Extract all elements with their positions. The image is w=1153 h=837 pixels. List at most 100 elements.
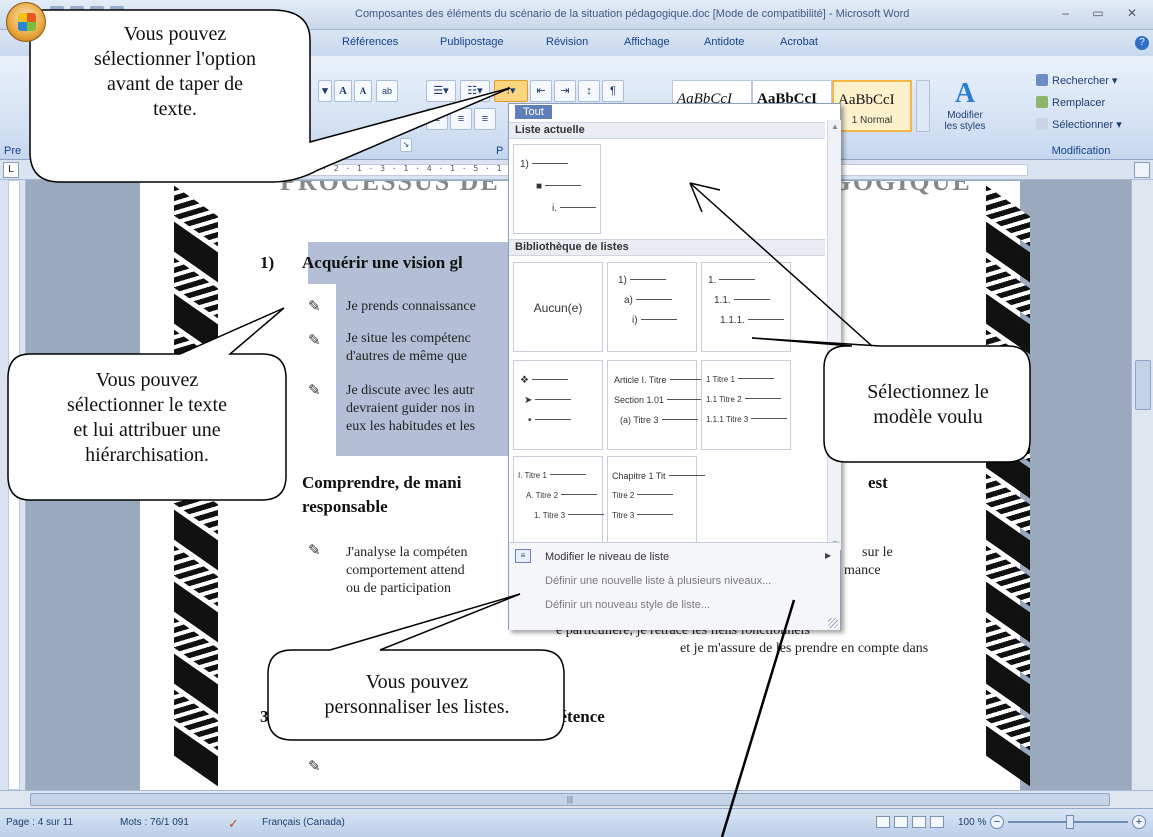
- zoom-slider-thumb[interactable]: [1066, 815, 1074, 829]
- redo-icon[interactable]: [90, 6, 104, 20]
- quick-access-toolbar: [50, 6, 124, 20]
- bullet-text: ou de participation: [346, 581, 451, 596]
- callout-line: sélectionner le texte: [67, 394, 227, 416]
- modify-styles-label: Modifier: [947, 110, 983, 121]
- modify-styles-button[interactable]: A Modifier les styles: [934, 78, 996, 132]
- binoculars-icon: [1036, 74, 1048, 86]
- undo-icon[interactable]: [70, 6, 84, 20]
- resize-grip-icon[interactable]: [828, 618, 838, 628]
- list-library-item[interactable]: 1 Titre 1 1.1 Titre 2 1.1.1 Titre 3: [701, 360, 791, 450]
- outline-view-icon[interactable]: [930, 816, 944, 828]
- replace-button[interactable]: Remplacer: [1036, 96, 1105, 109]
- list-level-label: 1.1.: [714, 295, 770, 306]
- numbering-button[interactable]: ☷▾: [460, 80, 490, 102]
- horizontal-scroll-thumb[interactable]: |||: [30, 793, 1110, 806]
- submenu-arrow-icon: ▶: [825, 551, 832, 560]
- callout-line: sélectionner l'option: [94, 48, 256, 70]
- dropdown-scrollbar[interactable]: ▲ ▼: [827, 120, 841, 550]
- vertical-scroll-thumb[interactable]: [1135, 360, 1151, 410]
- menu-item-define-list-style[interactable]: Définir un nouveau style de liste...: [545, 599, 710, 611]
- tab-selector[interactable]: L: [3, 162, 19, 178]
- help-icon[interactable]: ?: [1135, 36, 1149, 50]
- bullet-text: et je m'assure de les prendre en compte …: [680, 641, 929, 656]
- style-normal[interactable]: AaBbCcI 1 Normal: [832, 80, 912, 132]
- show-marks-button[interactable]: ¶: [602, 80, 624, 102]
- pencil-bullet-icon: ✎: [308, 542, 321, 559]
- bullet-text: mance: [844, 563, 881, 578]
- language-status[interactable]: Français (Canada): [262, 817, 345, 828]
- window-controls[interactable]: – ▭ ✕: [1062, 6, 1147, 20]
- styles-gallery-scroll[interactable]: [916, 80, 930, 132]
- list-library-item[interactable]: ❖ ➤ •: [513, 360, 603, 450]
- vertical-ruler[interactable]: [0, 180, 26, 790]
- print-layout-view-icon[interactable]: [876, 816, 890, 828]
- scroll-up-icon[interactable]: ▲: [831, 122, 839, 131]
- tab-acrobat[interactable]: Acrobat: [780, 36, 818, 48]
- font-dialog-launcher[interactable]: ↘: [400, 138, 412, 152]
- save-icon[interactable]: [50, 6, 64, 20]
- callout-line: Vous pouvez: [365, 671, 469, 693]
- decrease-indent-button[interactable]: ⇤: [530, 80, 552, 102]
- vertical-scrollbar[interactable]: [1131, 180, 1153, 790]
- tab-review[interactable]: Révision: [546, 36, 588, 48]
- proofing-icon[interactable]: ✓: [228, 816, 239, 832]
- select-button[interactable]: Sélectionner ▾: [1036, 118, 1122, 131]
- align-right-button[interactable]: ≡: [474, 108, 496, 130]
- tab-references[interactable]: Références: [342, 36, 398, 48]
- callout-line: et lui attribuer une: [73, 419, 221, 441]
- align-left-button[interactable]: ≡: [426, 108, 448, 130]
- tab-mailings[interactable]: Publipostage: [440, 36, 504, 48]
- menu-item-define-multilevel-list[interactable]: Définir une nouvelle liste à plusieurs n…: [545, 575, 771, 587]
- list-level-label: ❖: [520, 375, 568, 386]
- zoom-level[interactable]: 100 %: [958, 817, 986, 828]
- list-library-none[interactable]: Aucun(e): [513, 262, 603, 352]
- bullet-text: devraient guider nos in: [346, 401, 475, 416]
- tab-view[interactable]: Affichage: [624, 36, 670, 48]
- ruler-toggle-button[interactable]: [1134, 162, 1150, 178]
- list-library-item[interactable]: 1) a) i): [607, 262, 697, 352]
- list-level-label: 1): [618, 275, 666, 286]
- office-logo-icon: [18, 13, 36, 31]
- horizontal-scrollbar[interactable]: |||: [0, 790, 1153, 808]
- find-button[interactable]: Rechercher ▾: [1036, 74, 1117, 87]
- align-center-button[interactable]: ≡: [450, 108, 472, 130]
- list-library-item[interactable]: Article I. Titre Section 1.01 (a) Titre …: [607, 360, 697, 450]
- current-list-header: Liste actuelle: [509, 122, 825, 139]
- clear-format-button[interactable]: ab: [376, 80, 398, 102]
- grow-font-button[interactable]: A: [334, 80, 352, 102]
- bullet-text: d'autres de même que: [346, 349, 468, 364]
- dropdown-menu: ≡ Modifier le niveau de liste ▶ Définir …: [509, 542, 840, 630]
- font-size-dropdown[interactable]: ▾: [318, 80, 332, 102]
- web-layout-view-icon[interactable]: [912, 816, 926, 828]
- bullets-button[interactable]: ☰▾: [426, 80, 456, 102]
- list-level-label: 1 Titre 1: [706, 375, 774, 384]
- tab-antidote[interactable]: Antidote: [704, 36, 744, 48]
- list-filter[interactable]: Tout: [515, 104, 831, 120]
- list-level-label: 1.1.1.: [720, 315, 784, 326]
- list-filter-label[interactable]: Tout: [515, 105, 552, 119]
- list-library-item[interactable]: I. Titre 1 A. Titre 2 1. Titre 3: [513, 456, 603, 546]
- list-library-item[interactable]: 1. 1.1. 1.1.1.: [701, 262, 791, 352]
- list-library-item[interactable]: Chapitre 1 Tit Titre 2 Titre 3: [607, 456, 697, 546]
- full-screen-view-icon[interactable]: [894, 816, 908, 828]
- page-count[interactable]: Page : 4 sur 11: [6, 817, 73, 828]
- print-icon[interactable]: [110, 6, 124, 20]
- increase-indent-button[interactable]: ⇥: [554, 80, 576, 102]
- office-button[interactable]: [6, 2, 46, 42]
- none-label: Aucun(e): [533, 301, 583, 315]
- sort-button[interactable]: ↕: [578, 80, 600, 102]
- list-level-label: •: [528, 415, 571, 426]
- pencil-bullet-icon: ✎: [308, 758, 321, 775]
- menu-item-change-list-level[interactable]: Modifier le niveau de liste: [545, 551, 669, 563]
- multilevel-list-button[interactable]: ⁝▾: [494, 80, 528, 102]
- zoom-in-button[interactable]: +: [1132, 815, 1146, 829]
- style-name: 1 Normal: [851, 115, 893, 126]
- zoom-out-button[interactable]: −: [990, 815, 1004, 829]
- word-count[interactable]: Mots : 76/1 091: [120, 817, 189, 828]
- current-list-thumbnail[interactable]: 1) ■ i.: [513, 144, 601, 234]
- list-level-label: 1. Titre 3: [534, 511, 604, 520]
- shrink-font-button[interactable]: A: [354, 80, 372, 102]
- find-label: Rechercher: [1052, 75, 1109, 87]
- replace-label: Remplacer: [1052, 97, 1106, 109]
- section-title: Comprendre, de mani: [302, 473, 462, 492]
